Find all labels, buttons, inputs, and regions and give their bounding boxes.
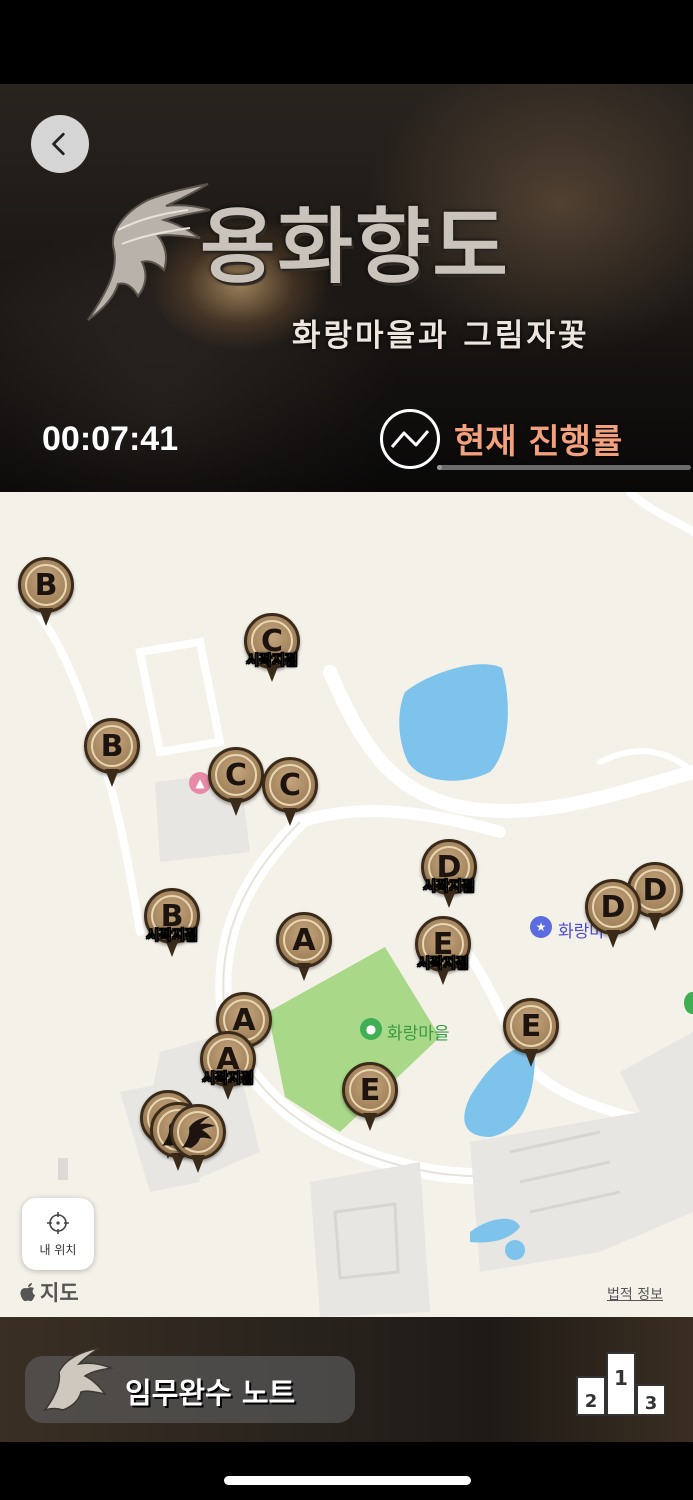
- trend-line-icon: [390, 430, 430, 448]
- pin-tip: [39, 608, 53, 626]
- map-pin-dragon[interactable]: [170, 1104, 226, 1178]
- mission-note-button[interactable]: 임무완수 노트: [25, 1347, 355, 1423]
- header-banner: 용화향도 화랑마을과 그림자꽃 00:07:41 현재 진행률: [0, 84, 693, 492]
- pin-disc: [170, 1104, 226, 1160]
- map-pin-d[interactable]: D: [585, 879, 641, 953]
- legal-link[interactable]: 법적 정보: [607, 1284, 663, 1304]
- status-bar: [0, 0, 693, 84]
- map-pin-c[interactable]: C: [208, 747, 264, 821]
- chevron-left-icon: [52, 132, 65, 156]
- progress-label[interactable]: 현재 진행률: [454, 414, 622, 463]
- pin-tip: [229, 798, 243, 816]
- pin-letter: C: [278, 767, 302, 803]
- dragon-icon: [182, 1116, 215, 1148]
- crosshair-icon: [47, 1211, 69, 1234]
- map-pin-b[interactable]: B: [18, 557, 74, 631]
- progress-button[interactable]: [380, 409, 440, 469]
- pin-letter: D: [600, 889, 626, 925]
- home-area: [0, 1442, 693, 1500]
- maps-brand: 지도: [18, 1277, 79, 1307]
- elapsed-timer: 00:07:41: [42, 420, 179, 458]
- pin-disc: B: [18, 557, 74, 613]
- start-point-label: 시작지점: [246, 653, 298, 670]
- pin-tip: [606, 930, 620, 948]
- start-point-label: 시작지점: [417, 956, 469, 973]
- progress-bar: [437, 465, 691, 470]
- map-pin-e[interactable]: E: [342, 1062, 398, 1136]
- start-point-label: 시작지점: [423, 879, 475, 896]
- pin-tip: [297, 963, 311, 981]
- start-point-label: 시작지점: [202, 1071, 254, 1088]
- pin-disc: D: [585, 879, 641, 935]
- pin-disc: E: [503, 998, 559, 1054]
- park-icon[interactable]: [684, 992, 693, 1014]
- back-button[interactable]: [31, 115, 89, 173]
- maps-brand-label: 지도: [40, 1281, 79, 1305]
- my-location-label: 내 위치: [39, 1242, 77, 1257]
- podium-icon[interactable]: 2 1 3: [575, 1345, 667, 1417]
- map-pin-b[interactable]: B: [84, 718, 140, 792]
- my-location-button[interactable]: 내 위치: [22, 1198, 94, 1270]
- home-indicator[interactable]: [224, 1476, 471, 1485]
- pin-letter: B: [34, 567, 58, 603]
- app-title: 용화향도: [200, 199, 510, 295]
- pin-tip: [524, 1049, 538, 1067]
- map-pin-c[interactable]: C 시작지점: [244, 613, 300, 687]
- dragon-icon: [42, 1347, 114, 1412]
- walking-icon[interactable]: ●: [360, 1018, 382, 1040]
- pin-tip: [648, 913, 662, 931]
- map-pin-d[interactable]: D 시작지점: [421, 839, 477, 913]
- pin-letter: B: [100, 728, 124, 764]
- pin-disc: E: [342, 1062, 398, 1118]
- pin-letter: E: [359, 1072, 381, 1108]
- podium-rank-2: 2: [585, 1391, 598, 1412]
- pin-letter: E: [520, 1008, 542, 1044]
- pin-disc: A: [276, 912, 332, 968]
- podium-rank-3: 3: [645, 1393, 658, 1414]
- pin-letter: C: [224, 757, 248, 793]
- bottom-bar: 임무완수 노트 2 1 3: [0, 1317, 693, 1442]
- pin-letter: D: [642, 872, 668, 908]
- apple-icon: [20, 1283, 35, 1302]
- pin-tip: [105, 769, 119, 787]
- pin-disc: C: [208, 747, 264, 803]
- pin-letter: A: [292, 922, 316, 958]
- pin-tip: [191, 1155, 205, 1173]
- map-label-village[interactable]: 화랑마을: [387, 1019, 450, 1044]
- pin-disc: B: [84, 718, 140, 774]
- dragon-logo-icon: [87, 183, 211, 321]
- podium-rank-1: 1: [614, 1366, 628, 1390]
- mission-note-label: 임무완수 노트: [125, 1376, 296, 1410]
- map-pin-a[interactable]: A: [276, 912, 332, 986]
- map-view[interactable]: ▲ ● 화랑마을 ★ 화랑마 B C 시작지점 B C C D 시작지점 D D B 시작지점 A E 시작…: [0, 492, 693, 1317]
- start-point-label: 시작지점: [146, 928, 198, 945]
- pin-tip: [283, 808, 297, 826]
- app-subtitle: 화랑마을과 그림자꽃: [292, 318, 590, 354]
- map-pin-b[interactable]: B 시작지점: [144, 888, 200, 962]
- map-pin-e[interactable]: E 시작지점: [415, 916, 471, 990]
- pin-disc: C: [262, 757, 318, 813]
- progress-bar-fill: [437, 465, 443, 470]
- map-pin-e[interactable]: E: [503, 998, 559, 1072]
- pin-tip: [363, 1113, 377, 1131]
- star-icon[interactable]: ★: [530, 916, 552, 938]
- map-pin-c[interactable]: C: [262, 757, 318, 831]
- map-pin-a[interactable]: A 시작지점: [200, 1031, 256, 1105]
